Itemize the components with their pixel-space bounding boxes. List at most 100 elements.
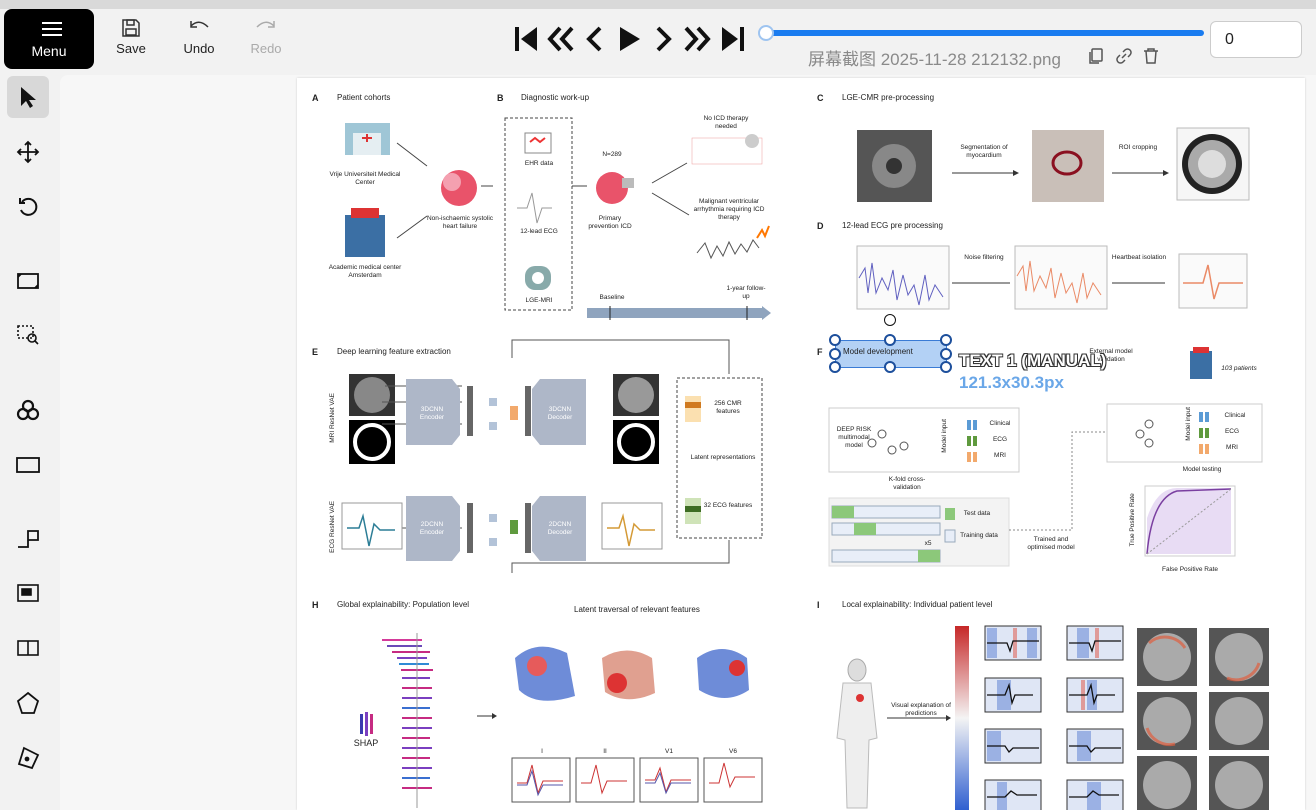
polyline-icon (18, 530, 39, 548)
undo-button[interactable]: Undo (176, 9, 222, 69)
resize-handle-bottom-right[interactable] (940, 361, 952, 373)
panel-a-title: Patient cohorts (337, 93, 391, 102)
model-input-label: Model input (941, 419, 949, 453)
lead-v6-label: V6 (729, 748, 737, 755)
play-icon[interactable] (614, 24, 644, 54)
cmr-features-label: 256 CMR features (714, 400, 742, 415)
menu-button[interactable]: Menu (4, 9, 94, 69)
heartbeat-label: Heartbeat isolation (1111, 254, 1167, 261)
trained-label: Trained and optimised model (1027, 536, 1075, 551)
training-data-label: Training data (960, 532, 998, 539)
deep-risk-label: DEEP RISK multimodal model (836, 426, 872, 449)
f-ecg-label: ECG (992, 436, 1008, 443)
ext-ecg-label: ECG (1224, 428, 1240, 435)
point-polygon-tool[interactable] (7, 737, 49, 779)
menu-label: Menu (31, 43, 67, 59)
fast-forward-icon[interactable] (683, 24, 713, 54)
tag-tool[interactable] (7, 572, 49, 614)
frame-slider[interactable] (758, 25, 1204, 41)
noise-label: Noise filtering (964, 254, 1004, 261)
first-frame-icon[interactable] (511, 24, 541, 54)
panel-a-letter: A (312, 93, 319, 103)
no-icd-label: No ICD therapy needed (703, 115, 749, 130)
ext-mri-label: MRI (1226, 444, 1238, 451)
resize-handle-top-left[interactable] (829, 334, 841, 346)
annotation-box-text: Model development (843, 347, 913, 356)
last-frame-icon[interactable] (718, 24, 748, 54)
save-icon (122, 19, 140, 37)
followup-label: 1-year follow-up (726, 285, 766, 300)
resize-handle-left[interactable] (829, 348, 841, 360)
annotation-size: 121.3x30.3px (959, 373, 1064, 392)
book-split-icon (17, 640, 39, 656)
polyline-tool[interactable] (7, 518, 49, 560)
file-name: 屏幕截图 2025-11-28 212132.png (808, 50, 1061, 69)
panel-c-title: LGE-CMR pre-processing (842, 93, 935, 102)
ext-model-input-label: Model input (1185, 407, 1193, 441)
panel-f-letter: F (817, 347, 823, 357)
resize-handle-top-right[interactable] (940, 334, 952, 346)
point-polygon-icon (17, 746, 40, 770)
slider-knob[interactable] (758, 25, 774, 41)
save-label: Save (116, 41, 146, 56)
rotate-handle[interactable] (884, 314, 896, 326)
ecg-features-label: 32 ECG features (703, 502, 753, 509)
icd-label: Primary prevention ICD (588, 215, 632, 230)
panel-e-title: Deep learning feature extraction (337, 347, 451, 356)
panel-b-letter: B (497, 93, 504, 103)
copy-icon[interactable] (1087, 47, 1105, 65)
redo-icon (256, 21, 275, 28)
decoder-2d-label: 2DCNN Decoder (547, 521, 573, 536)
redo-button[interactable]: Redo (243, 9, 289, 69)
fpr-label: False Positive Rate (1162, 566, 1218, 573)
select-tool[interactable] (7, 76, 49, 118)
rotate-icon (19, 197, 38, 216)
panel-b-title: Diagnostic work-up (521, 93, 590, 102)
lead-v1-label: V1 (665, 748, 673, 755)
previous-frame-icon[interactable] (580, 24, 610, 54)
link-icon[interactable] (1115, 47, 1133, 65)
pentagon-icon (16, 691, 40, 714)
resize-handle-right[interactable] (940, 348, 952, 360)
roi-label: ROI cropping (1118, 144, 1158, 151)
cursor-icon (21, 87, 36, 108)
baseline-label: Baseline (599, 294, 625, 301)
latent-traversal-title: Latent traversal of relevant features (574, 605, 700, 614)
ecg-label: 12-lead ECG (520, 228, 558, 235)
delete-icon[interactable] (1142, 47, 1160, 65)
panel-d-letter: D (817, 221, 824, 231)
latent-label: Latent representations (690, 454, 756, 461)
panel-h-letter: H (312, 600, 319, 610)
figure-image: A Patient cohorts Vrije Universiteit Med… (297, 78, 1305, 810)
rectangle-icon (16, 457, 40, 473)
encoder-3d-label: 3DCNN Encoder (419, 406, 445, 421)
zoom-region-tool[interactable] (7, 314, 49, 356)
polygon-tool[interactable] (7, 682, 49, 724)
panel-e-letter: E (312, 347, 319, 357)
shap-label: SHAP (353, 738, 379, 748)
next-frame-icon[interactable] (648, 24, 678, 54)
split-tool[interactable] (7, 627, 49, 669)
figure-graphics (341, 117, 1269, 810)
frame-number-input[interactable]: 0 (1210, 21, 1302, 58)
heart-failure-label: Non-ischaemic systolic heart failure (426, 215, 494, 230)
resize-handle-top[interactable] (884, 334, 896, 346)
tpr-label: True Positive Rate (1129, 493, 1137, 547)
fast-backward-icon[interactable] (545, 24, 575, 54)
ai-tool[interactable] (7, 389, 49, 431)
panel-d-title: 12-lead ECG pre processing (842, 221, 943, 230)
visual-explanation-label: Visual explanation of predictions (891, 702, 951, 717)
fit-tool[interactable] (7, 260, 49, 302)
resize-handle-bottom-left[interactable] (829, 361, 841, 373)
hamburger-icon (42, 22, 62, 36)
move-tool[interactable] (7, 131, 49, 173)
rotate-tool[interactable] (7, 186, 49, 228)
rectangle-tool[interactable] (7, 444, 49, 486)
openai-icon (16, 399, 40, 421)
model-testing-label: Model testing (1182, 466, 1222, 473)
clinical-label: Clinical (989, 420, 1011, 427)
save-button[interactable]: Save (108, 9, 154, 69)
resize-handle-bottom[interactable] (884, 361, 896, 373)
lead-i-label: I (541, 748, 543, 755)
move-icon (16, 140, 40, 164)
